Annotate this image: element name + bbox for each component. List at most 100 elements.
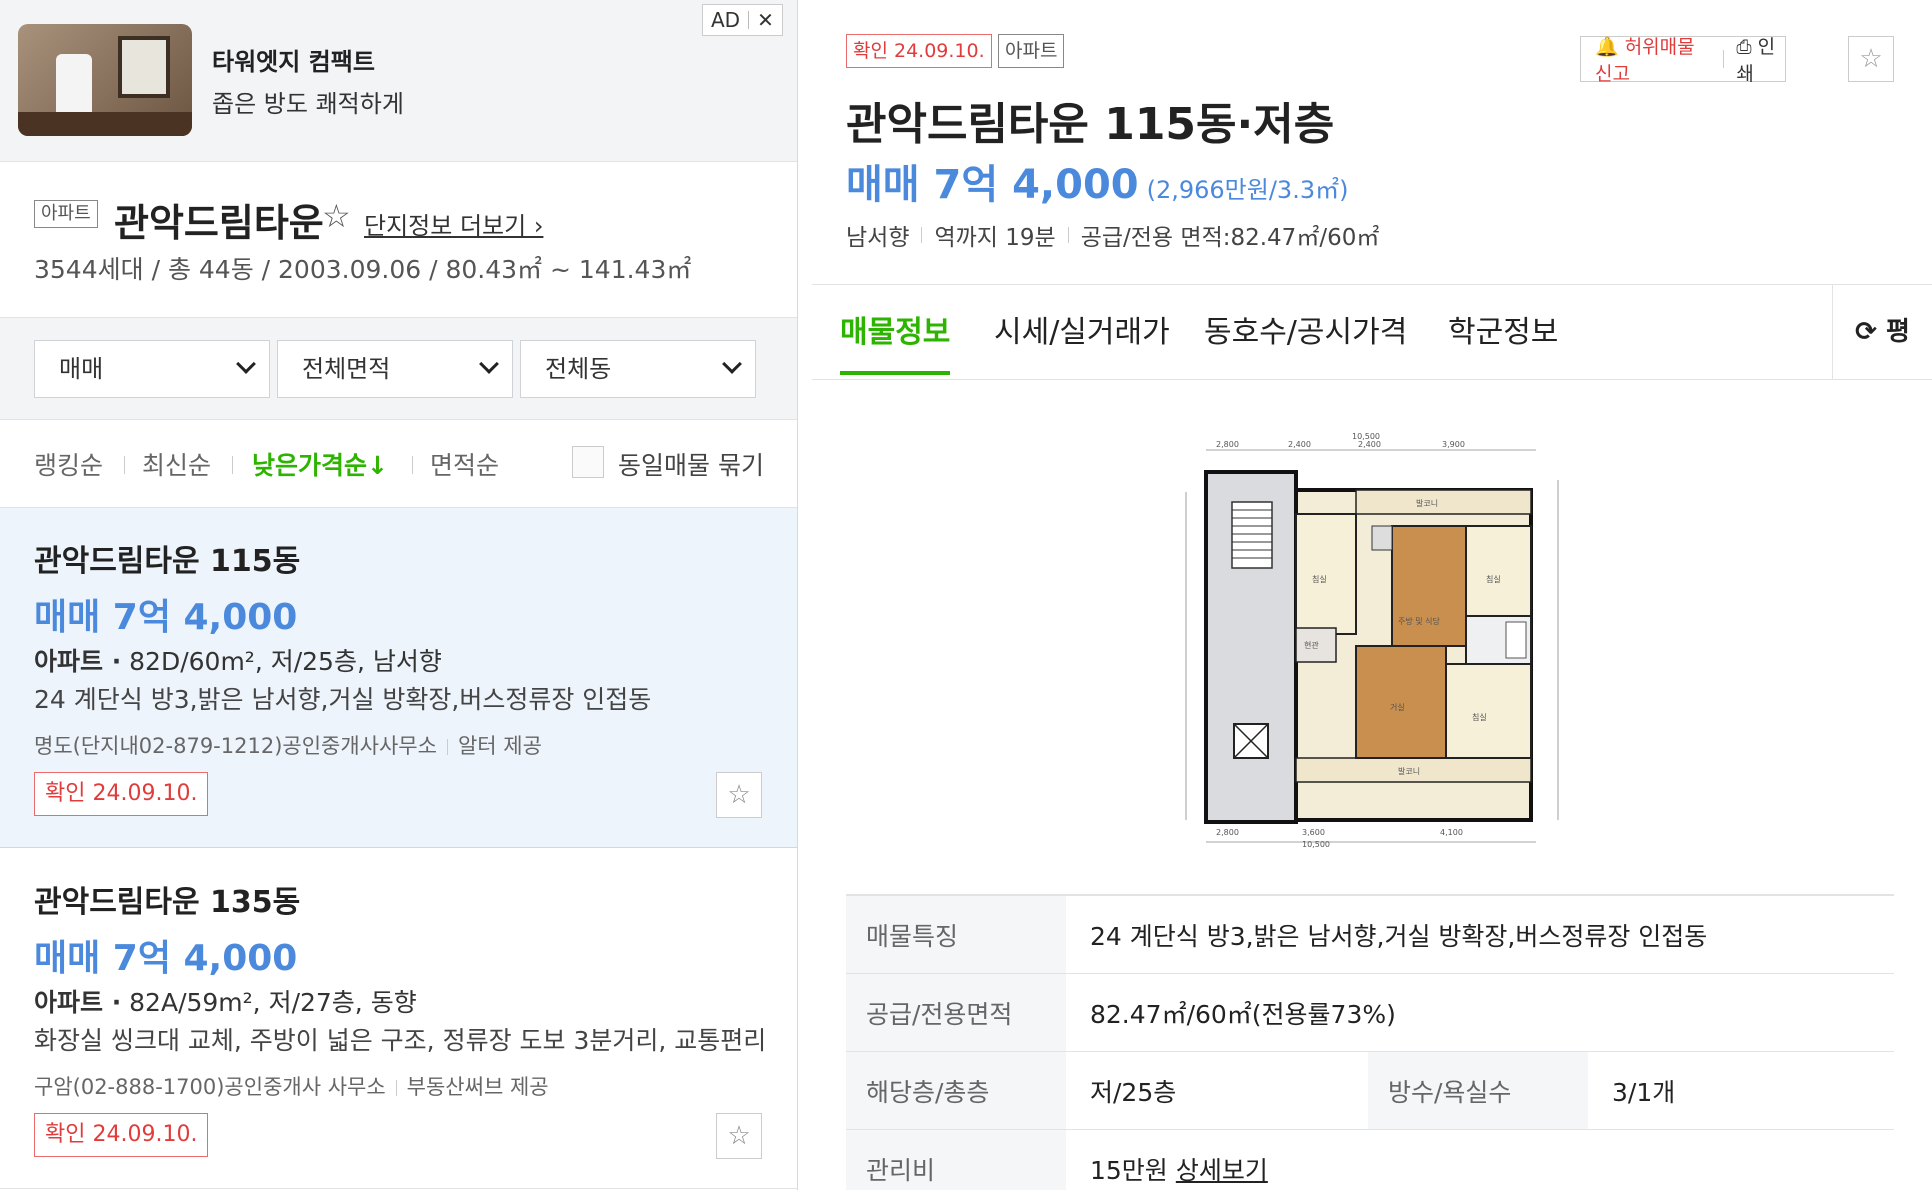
table-value: 저/25층 xyxy=(1090,1077,1177,1107)
room-living: 거실 xyxy=(1390,703,1405,712)
listing-agent: 구암(02-888-1700)공인중개사 사무소 부동산써브 제공 xyxy=(34,1071,549,1101)
divider xyxy=(921,227,923,243)
listing-price: 매매 7억 4,000 xyxy=(34,938,298,979)
confirm-badge: 확인 24.09.10. xyxy=(34,772,209,816)
tab-school-info[interactable]: 학군정보 xyxy=(1448,307,1558,371)
star-icon[interactable]: ☆ xyxy=(716,772,762,818)
table-label: 방수/욕실수 xyxy=(1368,1052,1588,1129)
sort-ranking[interactable]: 랭킹순 xyxy=(34,446,103,482)
detail-panel: 확인 24.09.10. 아파트 🔔 허위매물신고 ⎙ 인쇄 ☆ 관악드림타운 … xyxy=(812,0,1932,1190)
divider xyxy=(446,739,448,755)
provider: 알터 제공 xyxy=(457,734,542,758)
dim-bottom: 4,100 xyxy=(1440,828,1463,837)
room-bedroom: 침실 xyxy=(1486,575,1501,584)
listing-agent: 명도(단지내02-879-1212)공인중개사사무소 알터 제공 xyxy=(34,730,542,760)
listing-item[interactable]: 관악드림타운 115동 매매 7억 4,000 아파트 · 82D/60m², … xyxy=(0,508,797,848)
divider xyxy=(395,1080,397,1096)
unit-label: 평 xyxy=(1885,317,1910,347)
unit-toggle-button[interactable]: ⟳ 평 xyxy=(1832,285,1932,379)
building-value: 전체동 xyxy=(545,355,612,383)
listing-spec-detail: 82D/60m², 저/25층, 남서향 xyxy=(121,647,442,676)
listing-title[interactable]: 관악드림타운 135동 xyxy=(34,877,300,921)
sort-latest[interactable]: 최신순 xyxy=(142,446,211,482)
table-label: 매물특징 xyxy=(846,896,1066,973)
chevron-down-icon xyxy=(479,354,499,374)
tab-listing-info[interactable]: 매물정보 xyxy=(840,307,951,375)
dim-top: 2,400 xyxy=(1288,440,1311,449)
table-label: 해당층/총층 xyxy=(846,1052,1066,1129)
print-label: 인쇄 xyxy=(1736,36,1776,85)
detail-price-per-area: (2,966만원/3.3㎡) xyxy=(1146,176,1349,204)
table-row: 공급/전용면적 82.47㎡/60㎡(전용률73%) xyxy=(846,974,1894,1052)
area-select[interactable]: 전체면적 xyxy=(277,340,513,398)
direction: 남서향 xyxy=(846,225,910,251)
table-label: 관리비 xyxy=(846,1130,1066,1190)
print-button[interactable]: ⎙ 인쇄 xyxy=(1736,32,1785,86)
chevron-down-icon xyxy=(722,354,742,374)
tab-unit-price[interactable]: 동호수/공시가격 xyxy=(1204,307,1407,371)
room-kitchen: 주방 및 식당 xyxy=(1398,617,1440,626)
cabinet xyxy=(18,112,192,136)
floor-plan-drawing xyxy=(1185,449,1559,843)
complex-name: 관악드림타운 xyxy=(114,201,324,245)
divider xyxy=(232,456,233,474)
ad-title[interactable]: 타워엣지 컴팩트 xyxy=(212,42,375,77)
listing-type: 아파트 · xyxy=(34,647,122,676)
dim-top: 2,800 xyxy=(1216,440,1239,449)
listing-title[interactable]: 관악드림타운 115동 xyxy=(34,536,300,580)
listing-spec-detail: 82A/59m², 저/27층, 동향 xyxy=(121,988,417,1017)
agent-name[interactable]: 구암(02-888-1700)공인중개사 사무소 xyxy=(34,1075,386,1099)
agent-name[interactable]: 명도(단지내02-879-1212)공인중개사사무소 xyxy=(34,734,437,758)
table-row: 관리비 15만원 상세보기 xyxy=(846,1130,1894,1190)
fee-detail-link[interactable]: 상세보기 xyxy=(1176,1156,1268,1185)
star-icon[interactable]: ☆ xyxy=(716,1113,762,1159)
bundle-label[interactable]: 동일매물 묶기 xyxy=(618,446,764,482)
dim-top: 2,400 xyxy=(1358,440,1381,449)
room-entrance: 현관 xyxy=(1304,641,1319,650)
tool-buttons: 🔔 허위매물신고 ⎙ 인쇄 xyxy=(1580,36,1786,85)
trade-type-value: 매매 xyxy=(59,355,104,383)
divider xyxy=(124,456,125,474)
property-type-tag: 아파트 xyxy=(998,34,1065,68)
listing-desc: 24 계단식 방3,밝은 남서향,거실 방확장,버스정류장 인접동 xyxy=(34,685,652,714)
detail-price-value: 매매 7억 4,000 xyxy=(846,162,1139,208)
floor-plan[interactable]: 10,500 2,800 2,400 2,400 3,900 2,800 3,6… xyxy=(1176,432,1568,852)
detail-price: 매매 7억 4,000 (2,966만원/3.3㎡) xyxy=(846,152,1348,210)
close-icon[interactable]: ✕ xyxy=(757,5,774,35)
room-bedroom: 침실 xyxy=(1472,713,1487,722)
bundle-checkbox[interactable] xyxy=(572,446,604,478)
ad-image[interactable] xyxy=(18,24,192,136)
dim-bottom: 3,600 xyxy=(1302,828,1325,837)
divider xyxy=(412,456,413,474)
complex-info-link[interactable]: 단지정보 더보기 › xyxy=(364,206,543,241)
room-balcony: 발코니 xyxy=(1398,767,1421,776)
ad-subtitle[interactable]: 좁은 방도 쾌적하게 xyxy=(212,84,404,119)
trade-type-select[interactable]: 매매 xyxy=(34,340,270,398)
report-fake-label: 허위매물신고 xyxy=(1595,36,1695,85)
room-bedroom: 침실 xyxy=(1312,575,1327,584)
table-value: 82.47㎡/60㎡(전용률73%) xyxy=(1090,999,1396,1029)
sort-low-price[interactable]: 낮은가격순↓ xyxy=(252,446,388,482)
detail-meta: 남서향 역까지 19분 공급/전용 면적:82.47㎡/60㎡ xyxy=(846,218,1379,252)
fee-value: 15만원 xyxy=(1090,1155,1168,1185)
favorite-star-icon[interactable]: ☆ xyxy=(322,200,351,232)
tab-market-price[interactable]: 시세/실거래가 xyxy=(994,307,1170,371)
sort-area[interactable]: 면적순 xyxy=(430,446,499,482)
complex-header: 아파트 관악드림타운 ☆ 단지정보 더보기 › 3544세대 / 총 44동 /… xyxy=(0,162,797,318)
report-fake-button[interactable]: 🔔 허위매물신고 xyxy=(1581,32,1711,86)
listing-price: 매매 7억 4,000 xyxy=(34,597,298,638)
favorite-star-icon[interactable]: ☆ xyxy=(1848,36,1894,82)
detail-table: 매물특징 24 계단식 방3,밝은 남서향,거실 방확장,버스정류장 인접동 공… xyxy=(846,894,1894,1190)
building-select[interactable]: 전체동 xyxy=(520,340,756,398)
listing-type: 아파트 · xyxy=(34,988,122,1017)
ad-banner[interactable]: 타워엣지 컴팩트 좁은 방도 쾌적하게 AD ✕ xyxy=(0,0,797,162)
listing-panel: 타워엣지 컴팩트 좁은 방도 쾌적하게 AD ✕ 아파트 관악드림타운 ☆ 단지… xyxy=(0,0,798,1190)
listing-desc: 화장실 씽크대 교체, 주방이 넓은 구조, 정류장 도보 3분거리, 교통편리 xyxy=(34,1026,767,1055)
listing-item[interactable]: 관악드림타운 135동 매매 7억 4,000 아파트 · 82A/59m², … xyxy=(0,849,797,1189)
confirm-badge: 확인 24.09.10. xyxy=(846,34,992,68)
area-info: 공급/전용 면적:82.47㎡/60㎡ xyxy=(1080,225,1380,251)
dim-bottom: 2,800 xyxy=(1216,828,1239,837)
table-value: 24 계단식 방3,밝은 남서향,거실 방확장,버스정류장 인접동 xyxy=(1090,921,1708,951)
chevron-down-icon xyxy=(236,354,256,374)
table-row: 해당층/총층 저/25층 방수/욕실수 3/1개 xyxy=(846,1052,1894,1130)
